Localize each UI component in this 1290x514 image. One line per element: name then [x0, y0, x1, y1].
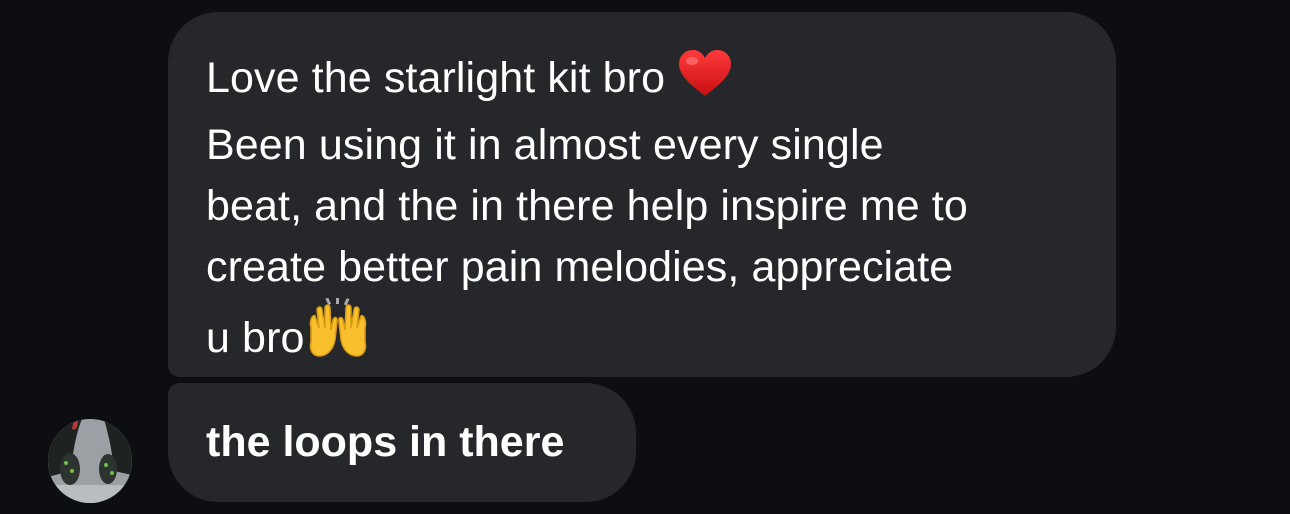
message-line: create better pain melodies, appreciate	[206, 243, 954, 291]
red-heart-icon	[677, 48, 733, 115]
message-bubble[interactable]: Love the starlight kit bro Been using it…	[168, 12, 1116, 377]
message-line: u bro	[206, 297, 1076, 375]
raising-hands-icon	[305, 297, 371, 375]
chat-thread: Love the starlight kit bro Been using it…	[0, 0, 1290, 514]
message-bubble[interactable]: the loops in there	[168, 383, 636, 502]
message-line: Been using it in almost every single	[206, 121, 884, 169]
avatar[interactable]	[48, 419, 132, 503]
message-text: the loops in there	[206, 418, 565, 466]
message-line: beat, and the in there help inspire me t…	[206, 182, 968, 230]
message-line: Love the starlight kit bro	[206, 48, 1076, 115]
